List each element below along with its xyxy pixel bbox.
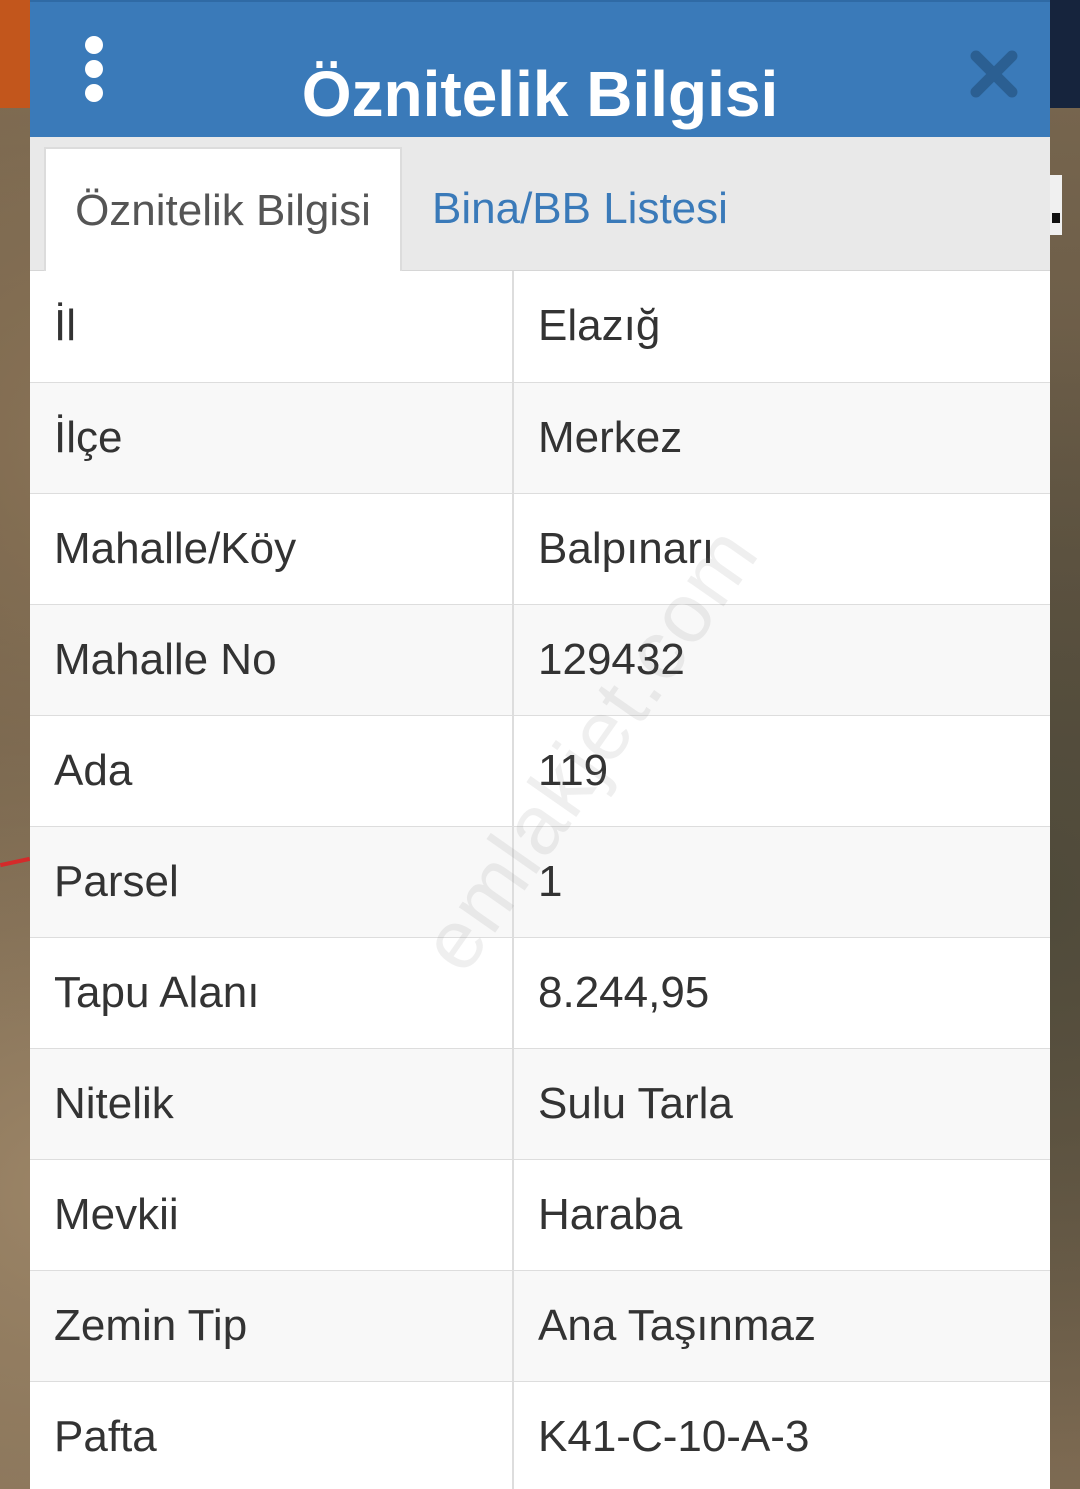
attribute-key: Pafta bbox=[30, 1381, 514, 1489]
attribute-key: İl bbox=[30, 271, 514, 383]
attribute-key: Mevkii bbox=[30, 1159, 514, 1271]
attribute-key: Mahalle/Köy bbox=[30, 493, 514, 605]
attribute-key: Zemin Tip bbox=[30, 1270, 514, 1382]
attribute-value: Balpınarı bbox=[513, 493, 1050, 605]
table-row: Tapu Alanı 8.244,95 bbox=[30, 937, 1050, 1049]
table-row: Mahalle/Köy Balpınarı bbox=[30, 493, 1050, 605]
attribute-key: Mahalle No bbox=[30, 604, 514, 716]
table-row: Zemin Tip Ana Taşınmaz bbox=[30, 1270, 1050, 1382]
dialog-header: Öznitelik Bilgisi bbox=[30, 0, 1050, 137]
table-row: İlçe Merkez bbox=[30, 382, 1050, 494]
attribute-table: İl Elazığ İlçe Merkez Mahalle/Köy Balpın… bbox=[30, 271, 1050, 1489]
table-row: Nitelik Sulu Tarla bbox=[30, 1048, 1050, 1160]
table-row: İl Elazığ bbox=[30, 271, 1050, 383]
attribute-value: Sulu Tarla bbox=[513, 1048, 1050, 1160]
attribute-value: K41-C-10-A-3 bbox=[513, 1381, 1050, 1489]
attribute-value: 8.244,95 bbox=[513, 937, 1050, 1049]
map-toolbar-right bbox=[1050, 0, 1080, 108]
map-toolbar-left bbox=[0, 0, 30, 108]
table-row: Parsel 1 bbox=[30, 826, 1050, 938]
attribute-key: Tapu Alanı bbox=[30, 937, 514, 1049]
attribute-value: 119 bbox=[513, 715, 1050, 827]
attribute-key: Ada bbox=[30, 715, 514, 827]
attribute-key: Nitelik bbox=[30, 1048, 514, 1160]
table-row: Mevkii Haraba bbox=[30, 1159, 1050, 1271]
table-row: Pafta K41-C-10-A-3 bbox=[30, 1381, 1050, 1489]
attribute-value: Merkez bbox=[513, 382, 1050, 494]
attribute-key: İlçe bbox=[30, 382, 514, 494]
dialog-title: Öznitelik Bilgisi bbox=[301, 58, 779, 130]
attribute-value: Elazığ bbox=[513, 271, 1050, 383]
tab-bar: Öznitelik Bilgisi Bina/BB Listesi bbox=[30, 137, 1050, 271]
attribute-key: Parsel bbox=[30, 826, 514, 938]
map-control[interactable] bbox=[1048, 175, 1062, 235]
tab-building-list[interactable]: Bina/BB Listesi bbox=[432, 147, 728, 271]
tab-attribute-info[interactable]: Öznitelik Bilgisi bbox=[44, 147, 402, 271]
attribute-value: Ana Taşınmaz bbox=[513, 1270, 1050, 1382]
attribute-info-dialog: Öznitelik Bilgisi Öznitelik Bilgisi Bina… bbox=[30, 0, 1050, 1489]
close-icon[interactable] bbox=[968, 48, 1020, 100]
table-row: Ada 119 bbox=[30, 715, 1050, 827]
attribute-value: 1 bbox=[513, 826, 1050, 938]
attribute-value: Haraba bbox=[513, 1159, 1050, 1271]
table-row: Mahalle No 129432 bbox=[30, 604, 1050, 716]
attribute-value: 129432 bbox=[513, 604, 1050, 716]
